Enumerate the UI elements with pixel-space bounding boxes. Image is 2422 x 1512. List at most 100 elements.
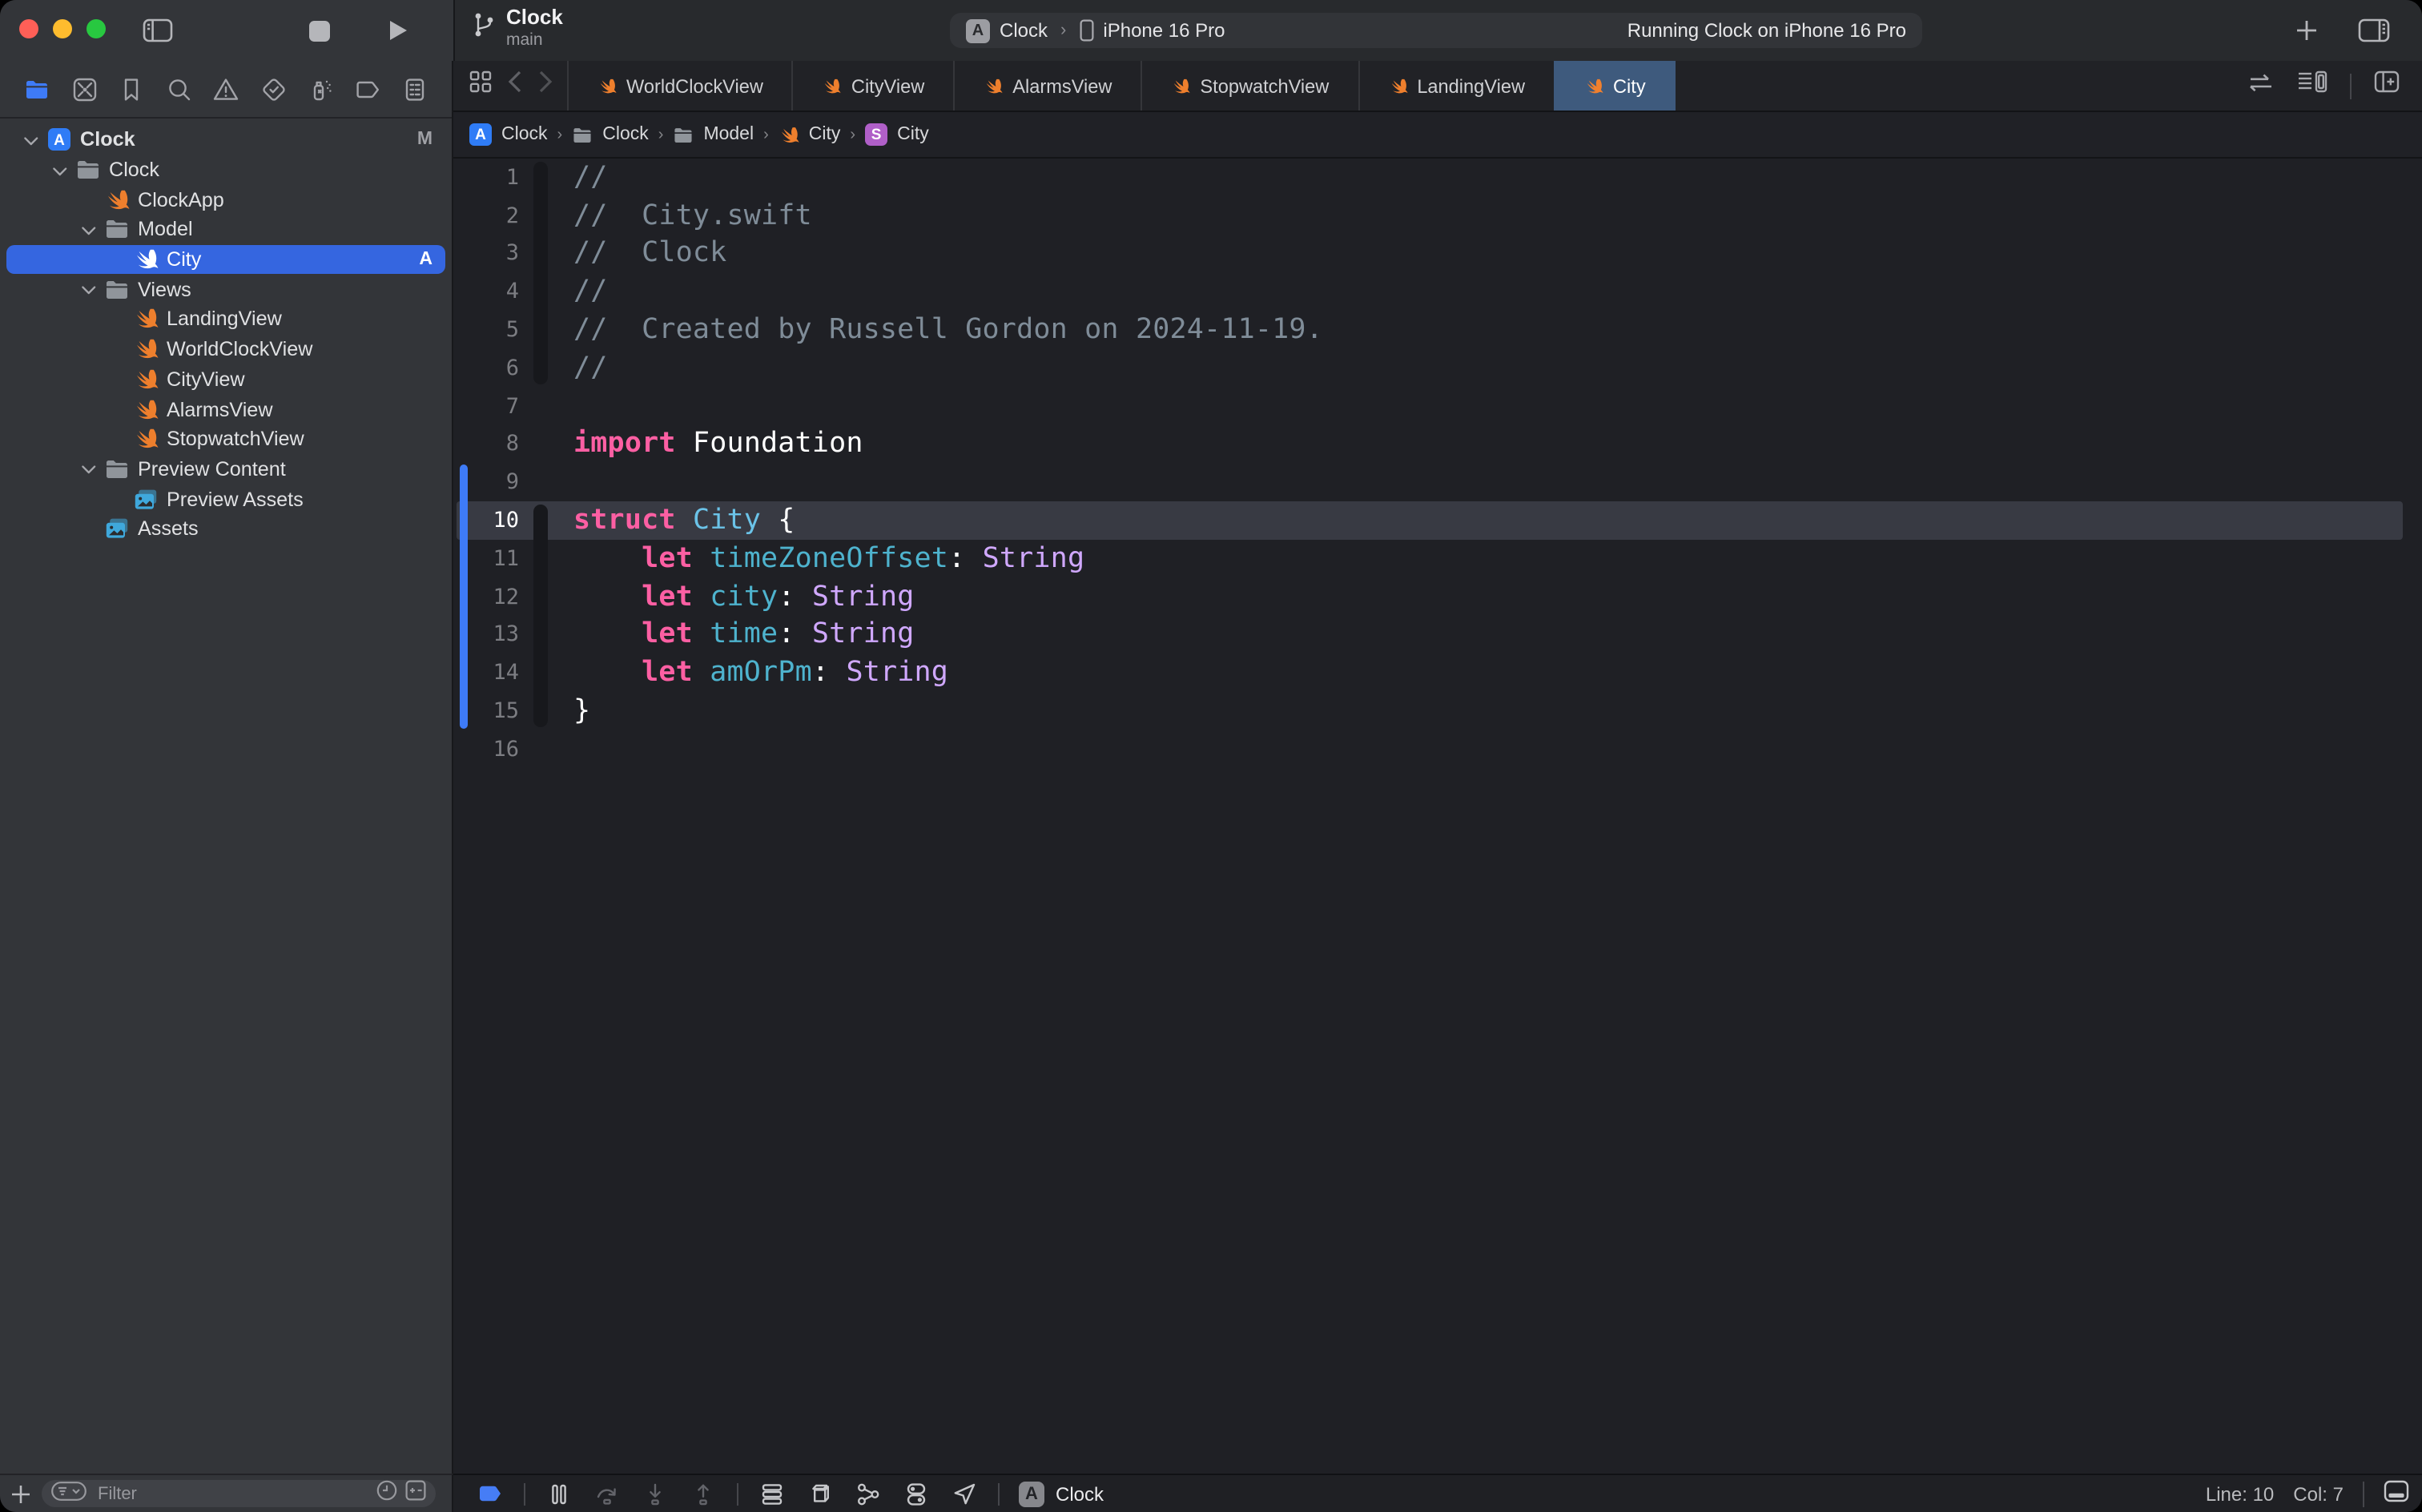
step-over-icon[interactable] xyxy=(583,1481,631,1506)
tab-alarmsview[interactable]: AlarmsView xyxy=(953,61,1142,111)
add-editor-button[interactable] xyxy=(2374,70,2400,101)
code-line[interactable]: 6// xyxy=(453,349,2422,388)
source-control-navigator-icon[interactable] xyxy=(66,71,102,107)
tree-item-label: AlarmsView xyxy=(167,398,273,420)
scheme-name[interactable]: Clock xyxy=(1000,19,1048,42)
scheme-selector[interactable]: A Clock › iPhone 16 Pro Running Clock on… xyxy=(950,13,1922,48)
tab-city[interactable]: City xyxy=(1554,61,1676,111)
toggle-navigator-button[interactable] xyxy=(138,0,176,61)
code-line[interactable]: 1// xyxy=(453,159,2422,197)
breadcrumb-segment[interactable]: SCity xyxy=(865,123,929,146)
stop-button[interactable] xyxy=(300,0,338,61)
tree-item-label: City xyxy=(167,248,201,271)
tree-item-assets[interactable]: Assets xyxy=(6,514,445,544)
close-button[interactable] xyxy=(19,19,38,38)
filter-options-icon[interactable] xyxy=(51,1479,86,1508)
zoom-button[interactable] xyxy=(86,19,106,38)
code-line[interactable]: 7 xyxy=(453,388,2422,426)
project-navigator-icon[interactable] xyxy=(19,71,54,107)
tree-item-clockapp[interactable]: ClockApp xyxy=(6,185,445,215)
object-graph-icon[interactable] xyxy=(844,1481,892,1506)
minimize-button[interactable] xyxy=(53,19,72,38)
code-line[interactable]: 11 let timeZoneOffset: String xyxy=(453,540,2422,578)
add-tab-button[interactable] xyxy=(2287,0,2326,61)
tree-item-label: StopwatchView xyxy=(167,428,304,450)
tree-item-alarmsview[interactable]: AlarmsView xyxy=(6,394,445,424)
code-line[interactable]: 12 let city: String xyxy=(453,578,2422,617)
pause-icon[interactable] xyxy=(535,1481,583,1506)
code-line[interactable]: 3// Clock xyxy=(453,235,2422,273)
tree-item-preview-content[interactable]: Preview Content xyxy=(6,454,445,484)
breadcrumb-segment[interactable]: Clock xyxy=(572,124,649,145)
memory-graph-icon[interactable] xyxy=(796,1481,844,1506)
add-file-button[interactable] xyxy=(0,1484,42,1503)
tab-worldclockview[interactable]: WorldClockView xyxy=(567,61,794,111)
recent-files-icon[interactable] xyxy=(376,1479,397,1508)
chevron-down-icon[interactable] xyxy=(77,459,96,480)
code-line[interactable]: 5// Created by Russell Gordon on 2024-11… xyxy=(453,311,2422,349)
chevron-down-icon[interactable] xyxy=(19,130,38,151)
process-name: Clock xyxy=(1056,1482,1104,1505)
tree-item-worldclockview[interactable]: WorldClockView xyxy=(6,335,445,364)
tree-item-model[interactable]: Model xyxy=(6,215,445,244)
code-line[interactable]: 15} xyxy=(453,692,2422,730)
bookmarks-navigator-icon[interactable] xyxy=(114,71,149,107)
jump-bar[interactable]: AClock›Clock›Model›City›SCity xyxy=(453,112,2422,159)
branch-icon xyxy=(473,10,495,46)
toggle-inspector-button[interactable] xyxy=(2352,0,2396,61)
code-line[interactable]: 8import Foundation xyxy=(453,425,2422,464)
debug-navigator-icon[interactable] xyxy=(303,71,338,107)
source-editor[interactable]: 1//2// City.swift3// Clock4//5// Created… xyxy=(453,157,2422,1474)
reports-navigator-icon[interactable] xyxy=(397,71,432,107)
tree-item-preview-assets[interactable]: Preview Assets xyxy=(6,485,445,514)
toggle-debug-area-button[interactable] xyxy=(2384,1480,2409,1507)
chevron-down-icon[interactable] xyxy=(77,279,96,300)
go-back-button[interactable] xyxy=(508,70,522,101)
swift-icon xyxy=(1171,76,1190,95)
code-line[interactable]: 13 let time: String xyxy=(453,616,2422,654)
code-line[interactable]: 10struct City { xyxy=(453,501,2422,540)
filter-input[interactable] xyxy=(95,1482,368,1505)
breakpoints-navigator-icon[interactable] xyxy=(350,71,385,107)
tab-cityview[interactable]: CityView xyxy=(792,61,955,111)
run-button[interactable] xyxy=(378,0,416,61)
breakpoints-toggle-icon[interactable] xyxy=(466,1481,514,1506)
source-control-filter-icon[interactable] xyxy=(405,1479,426,1508)
tree-item-landingview[interactable]: LandingView xyxy=(6,304,445,334)
run-destination[interactable]: iPhone 16 Pro xyxy=(1103,19,1225,42)
tree-item-views[interactable]: Views xyxy=(6,275,445,304)
chevron-down-icon[interactable] xyxy=(77,219,96,240)
tree-item-clock[interactable]: AClockM xyxy=(6,125,445,155)
tree-item-city[interactable]: CityA xyxy=(6,245,445,275)
tree-item-clock[interactable]: Clock xyxy=(6,155,445,184)
step-out-icon[interactable] xyxy=(679,1481,727,1506)
chevron-down-icon[interactable] xyxy=(48,159,67,180)
code-review-icon[interactable] xyxy=(2247,71,2275,100)
related-items-icon[interactable] xyxy=(469,70,492,101)
find-navigator-icon[interactable] xyxy=(161,71,196,107)
step-into-icon[interactable] xyxy=(631,1481,679,1506)
code-line[interactable]: 14 let amOrPm: String xyxy=(453,654,2422,693)
navigator-tab-strip xyxy=(0,61,452,119)
environment-overrides-icon[interactable] xyxy=(892,1481,940,1506)
tree-item-stopwatchview[interactable]: StopwatchView xyxy=(6,424,445,454)
view-hierarchy-icon[interactable] xyxy=(748,1481,796,1506)
code-line[interactable]: 4// xyxy=(453,273,2422,312)
filter-field[interactable] xyxy=(42,1480,436,1507)
running-process[interactable]: A Clock xyxy=(1019,1481,1104,1506)
tree-item-cityview[interactable]: CityView xyxy=(6,364,445,394)
simulate-location-icon[interactable] xyxy=(940,1481,988,1506)
code-line[interactable]: 9 xyxy=(453,464,2422,502)
code-line[interactable]: 2// City.swift xyxy=(453,197,2422,235)
tab-landingview[interactable]: LandingView xyxy=(1358,61,1555,111)
breadcrumb-segment[interactable]: City xyxy=(778,124,841,145)
tab-stopwatchview[interactable]: StopwatchView xyxy=(1141,61,1359,111)
go-forward-button[interactable] xyxy=(538,70,553,101)
issues-navigator-icon[interactable] xyxy=(208,71,243,107)
code-line[interactable]: 16 xyxy=(453,730,2422,769)
tests-navigator-icon[interactable] xyxy=(255,71,291,107)
breadcrumb-segment[interactable]: Model xyxy=(673,124,754,145)
swift-icon xyxy=(778,124,799,145)
editor-options-icon[interactable] xyxy=(2297,70,2327,101)
breadcrumb-segment[interactable]: AClock xyxy=(469,123,548,146)
